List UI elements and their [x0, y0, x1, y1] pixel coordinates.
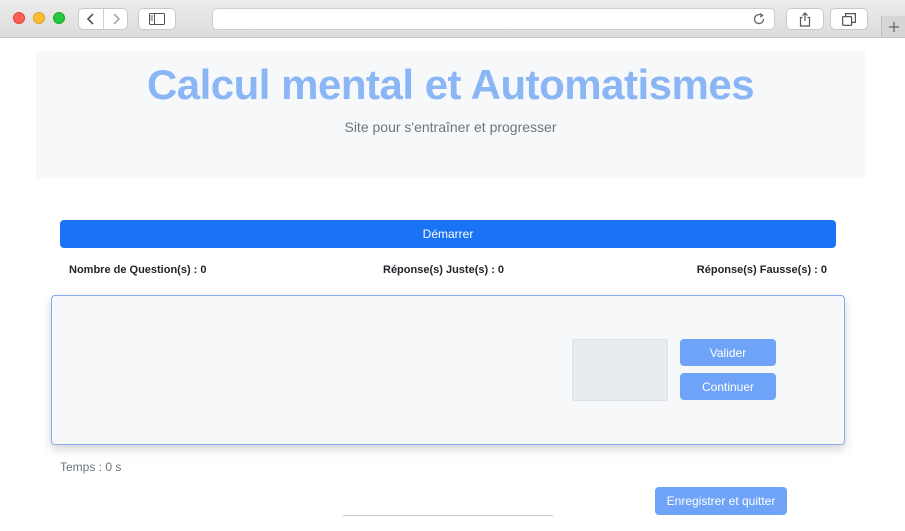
timer-text: Temps : 0 s — [60, 460, 122, 474]
browser-toolbar — [0, 0, 905, 38]
tabs-overview-button[interactable] — [830, 8, 868, 30]
reload-icon — [753, 12, 765, 25]
start-button[interactable]: Démarrer — [60, 220, 836, 248]
wrong-count: Réponse(s) Fausse(s) : 0 — [696, 264, 827, 276]
sidebar-button[interactable] — [138, 8, 176, 30]
chevron-left-icon — [86, 13, 94, 25]
plus-icon — [888, 21, 899, 32]
share-button[interactable] — [786, 8, 824, 30]
close-window-button[interactable] — [13, 12, 25, 24]
new-tab-button[interactable] — [881, 16, 905, 37]
reload-button[interactable] — [752, 12, 766, 31]
forward-button[interactable] — [104, 9, 128, 29]
divider — [343, 515, 553, 516]
header-banner: Calcul mental et Automatismes Site pour … — [36, 51, 865, 178]
address-bar[interactable] — [212, 8, 775, 30]
question-count: Nombre de Question(s) : 0 — [69, 264, 207, 276]
share-icon — [799, 11, 811, 27]
validate-button[interactable]: Valider — [680, 339, 776, 366]
save-and-quit-button[interactable]: Enregistrer et quitter — [655, 487, 787, 515]
zoom-window-button[interactable] — [53, 12, 65, 24]
correct-count: Réponse(s) Juste(s) : 0 — [383, 264, 505, 276]
back-button[interactable] — [79, 9, 104, 29]
sidebar-icon — [149, 13, 165, 25]
page-title: Calcul mental et Automatismes — [146, 61, 755, 108]
question-card: Valider Continuer — [51, 295, 845, 445]
minimize-window-button[interactable] — [33, 12, 45, 24]
continue-button[interactable]: Continuer — [680, 373, 776, 400]
page-subtitle: Site pour s'entraîner et progresser — [344, 119, 557, 135]
navigation-buttons — [78, 8, 128, 30]
answer-input[interactable] — [572, 339, 668, 401]
chevron-right-icon — [113, 13, 121, 25]
tabs-overview-icon — [842, 12, 856, 26]
